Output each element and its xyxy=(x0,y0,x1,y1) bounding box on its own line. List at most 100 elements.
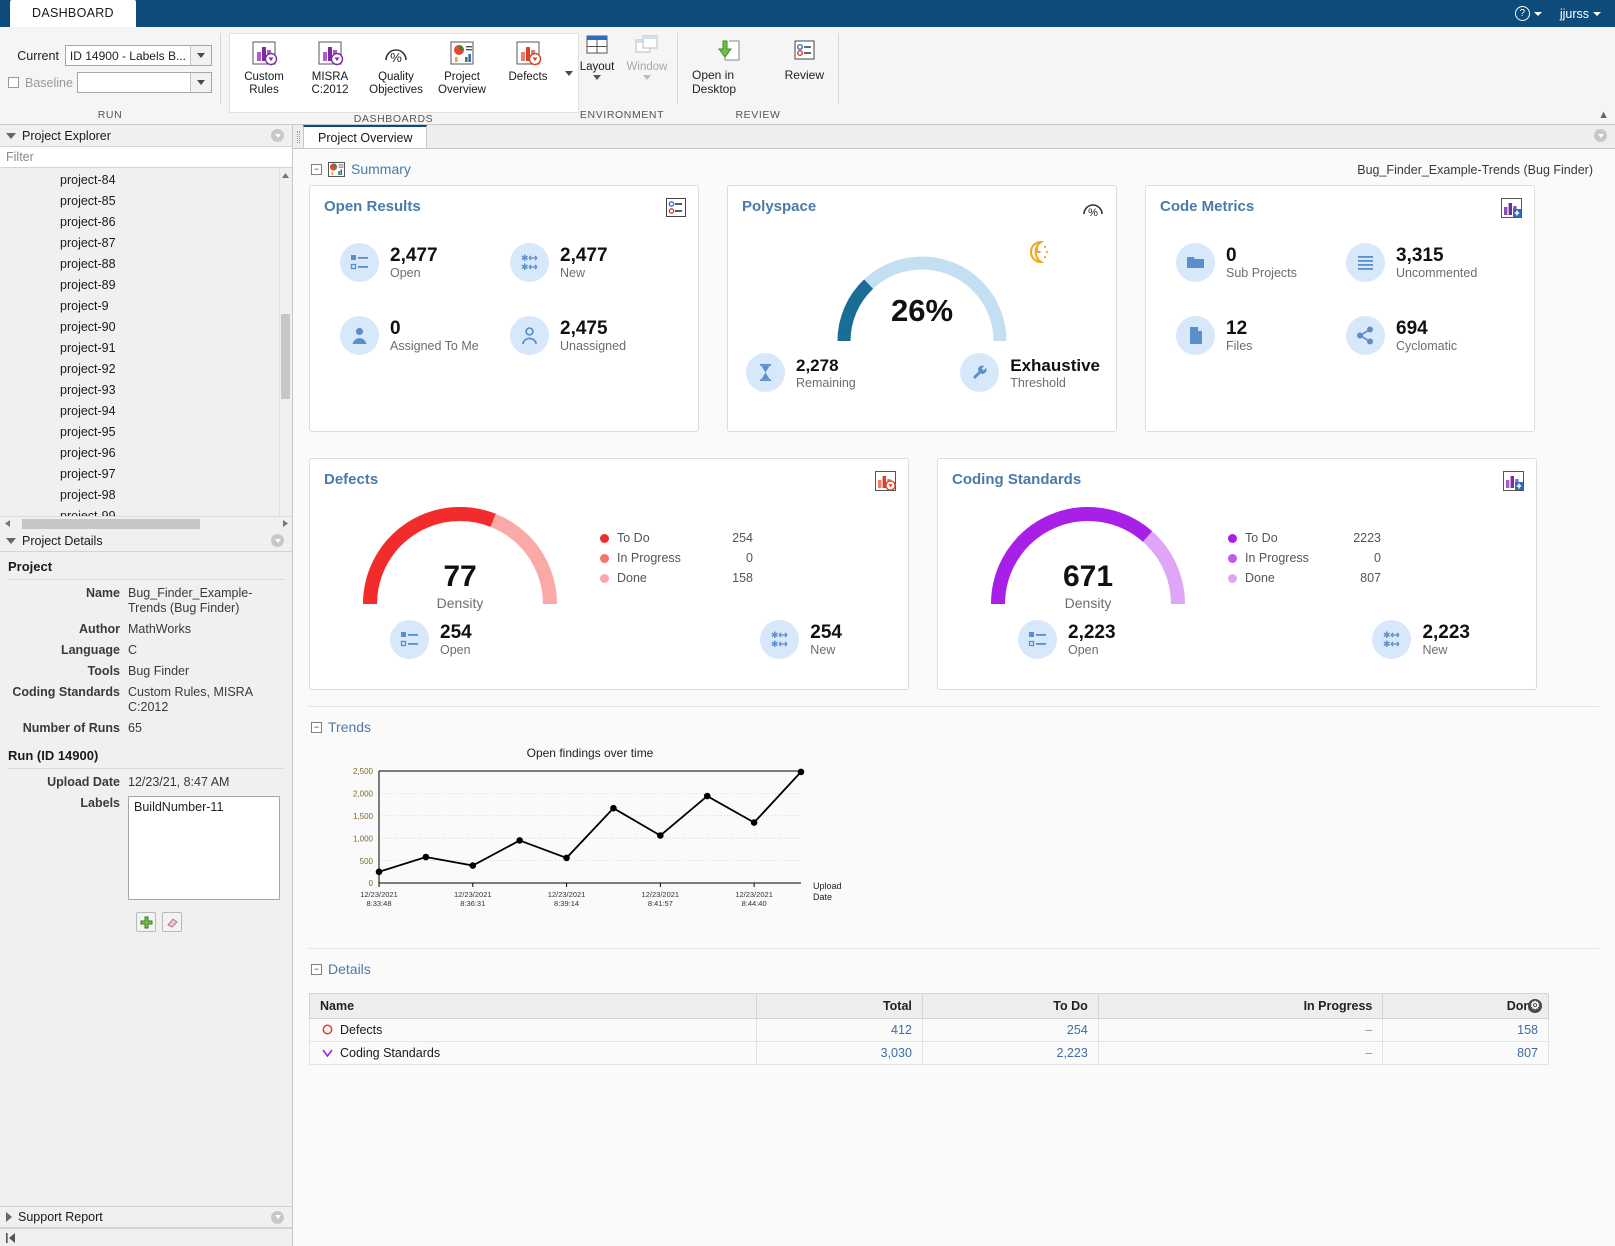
stat-value: Exhaustive xyxy=(1010,355,1100,376)
tree-item[interactable]: project-9 xyxy=(0,295,278,316)
code-metrics-card-icon[interactable] xyxy=(1501,198,1522,221)
tree-item[interactable]: project-95 xyxy=(0,421,278,442)
tree-item[interactable]: project-92 xyxy=(0,358,278,379)
svg-text:77: 77 xyxy=(443,560,476,593)
panel-menu-icon[interactable] xyxy=(271,129,284,142)
stat-remaining: 2,278Remaining xyxy=(746,353,856,392)
coding-standards-card-icon[interactable] xyxy=(1503,471,1524,494)
tree-item[interactable]: project-96 xyxy=(0,442,278,463)
trends-collapse-button[interactable]: − xyxy=(311,722,322,733)
card-open-results: Open Results 2,477Open✱✱2,477New0Assigne… xyxy=(309,185,699,432)
svg-text:Density: Density xyxy=(437,595,484,611)
delete-label-button[interactable] xyxy=(162,912,182,932)
tree-item[interactable]: project-90 xyxy=(0,316,278,337)
data-point xyxy=(751,819,758,826)
tree-item-label: project-9 xyxy=(60,299,109,313)
current-run-value: ID 14900 - Labels B... xyxy=(66,46,190,65)
tree-item[interactable]: project-84 xyxy=(0,169,278,190)
review-button[interactable]: Review xyxy=(779,37,830,82)
svg-text:%: % xyxy=(390,50,402,65)
layout-button[interactable]: Layout xyxy=(575,33,619,80)
title-bar-right: ? jjurss xyxy=(1515,0,1615,27)
scroll-up-icon[interactable] xyxy=(281,169,290,181)
labels-textarea[interactable]: BuildNumber-11 xyxy=(128,796,280,900)
defects-button[interactable]: Defects xyxy=(496,38,560,86)
stat-label: Open xyxy=(440,643,472,658)
ribbon-group-run: Current ID 14900 - Labels B... Baseline … xyxy=(0,27,220,124)
ribbon-tab-dashboard[interactable]: DASHBOARD xyxy=(10,0,136,27)
tree-item[interactable]: project-97 xyxy=(0,463,278,484)
legend-value: 254 xyxy=(709,531,753,545)
project-overview-button[interactable]: Project Overview xyxy=(430,38,494,98)
table-settings-icon[interactable]: ⚙ xyxy=(1528,999,1542,1013)
collapse-triangle-icon[interactable] xyxy=(6,133,16,139)
legend-label: To Do xyxy=(617,531,709,545)
add-label-button[interactable] xyxy=(136,912,156,932)
legend-item: To Do2223 xyxy=(1228,528,1381,548)
tree-item-label: project-91 xyxy=(60,341,116,355)
defects-card-icon[interactable] xyxy=(875,471,896,494)
custom-rules-label-line2: Rules xyxy=(249,84,278,96)
user-menu[interactable]: jjurss xyxy=(1560,7,1601,21)
scroll-right-icon[interactable] xyxy=(278,520,292,527)
ribbon-collapse-button[interactable]: ▲ xyxy=(1598,109,1609,121)
first-page-icon[interactable] xyxy=(6,1233,17,1243)
document-menu-icon[interactable] xyxy=(1594,129,1607,142)
tree-item[interactable]: project-86 xyxy=(0,211,278,232)
open-in-desktop-button[interactable]: Open in Desktop xyxy=(686,37,775,96)
tree-item[interactable]: project-87 xyxy=(0,232,278,253)
summary-collapse-button[interactable]: − xyxy=(311,164,322,175)
window-button: Window xyxy=(625,33,669,80)
misra-button[interactable]: MISRA C:2012 xyxy=(298,38,362,98)
details-collapse-button[interactable]: − xyxy=(311,964,322,975)
table-row[interactable]: Coding Standards3,0302,223–807 xyxy=(310,1042,1549,1065)
dashboard-canvas: − Summary Bug_Finder_Example-Trends (Bug… xyxy=(293,149,1615,1246)
tree-hscroll-thumb[interactable] xyxy=(22,519,200,529)
baseline-dropdown-button[interactable] xyxy=(190,73,211,92)
tree-item[interactable]: project-93 xyxy=(0,379,278,400)
open-results-card-icon[interactable] xyxy=(666,198,686,220)
column-header-done[interactable]: Done⚙ xyxy=(1383,994,1549,1019)
custom-rules-button[interactable]: Custom Rules xyxy=(232,38,296,98)
expand-triangle-icon[interactable] xyxy=(6,1212,12,1222)
baseline-checkbox[interactable] xyxy=(8,77,19,88)
tree-item[interactable]: project-89 xyxy=(0,274,278,295)
column-header-to-do[interactable]: To Do xyxy=(922,994,1098,1019)
tree-item[interactable]: project-85 xyxy=(0,190,278,211)
tree-item[interactable]: project-94 xyxy=(0,400,278,421)
tree-item[interactable]: project-91 xyxy=(0,337,278,358)
tab-grip-icon xyxy=(293,125,303,148)
table-row[interactable]: Defects412254–158 xyxy=(310,1019,1549,1042)
column-header-in-progress[interactable]: In Progress xyxy=(1098,994,1383,1019)
quality-objectives-button[interactable]: % Quality Objectives xyxy=(364,38,428,98)
stat-text: 694Cyclomatic xyxy=(1396,318,1457,354)
chevron-down-icon xyxy=(1534,12,1542,16)
stat-text: 0Sub Projects xyxy=(1226,245,1297,281)
tree-item[interactable]: project-98 xyxy=(0,484,278,505)
help-button[interactable]: ? xyxy=(1515,6,1542,21)
current-run-combo[interactable]: ID 14900 - Labels B... xyxy=(65,45,212,66)
baseline-combo[interactable] xyxy=(77,72,212,93)
current-run-dropdown-button[interactable] xyxy=(190,46,211,65)
column-header-name[interactable]: Name xyxy=(310,994,757,1019)
panel-menu-icon[interactable] xyxy=(271,534,284,547)
tree-vertical-scrollbar[interactable] xyxy=(279,169,291,515)
tree-scroll-thumb[interactable] xyxy=(281,314,290,399)
column-header-total[interactable]: Total xyxy=(757,994,923,1019)
scroll-left-icon[interactable] xyxy=(0,520,14,527)
table-header-row: NameTotalTo DoIn ProgressDone⚙ xyxy=(310,994,1549,1019)
tree-item[interactable]: project-88 xyxy=(0,253,278,274)
tree-horizontal-scrollbar[interactable] xyxy=(0,516,292,530)
stat-text: 2,475Unassigned xyxy=(560,318,626,354)
summary-cards-row-1: Open Results 2,477Open✱✱2,477New0Assigne… xyxy=(307,185,1601,432)
panel-menu-icon[interactable] xyxy=(271,1211,284,1224)
project-filter-input[interactable]: Filter xyxy=(0,147,292,168)
tree-item-label: project-98 xyxy=(60,488,116,502)
review-icon xyxy=(789,37,819,65)
stat-icon-circle xyxy=(1018,620,1057,659)
collapse-triangle-icon[interactable] xyxy=(6,538,16,544)
stat-value: 254 xyxy=(810,622,842,643)
tab-project-overview[interactable]: Project Overview xyxy=(303,125,427,148)
stat-icon-circle xyxy=(390,620,429,659)
detail-key: Language xyxy=(8,643,128,658)
